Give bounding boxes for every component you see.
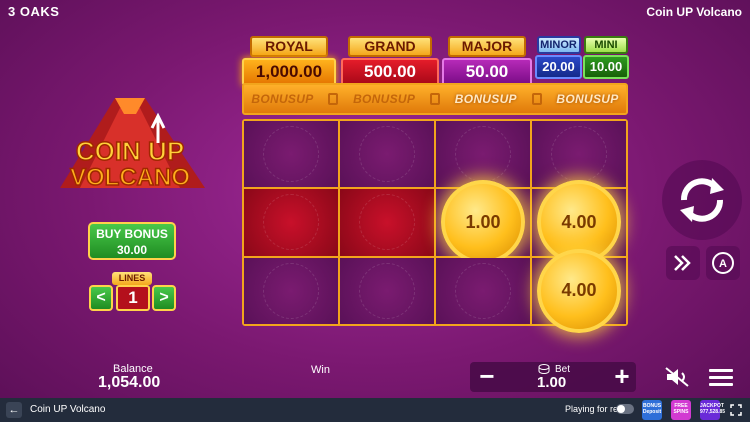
lock-icon — [429, 93, 440, 105]
cell-pattern — [263, 262, 319, 319]
reel-cell — [244, 121, 338, 188]
bonus-up-strip: BONUSUP BONUSUP BONUSUP BONUSUP — [242, 83, 628, 115]
jackpot-major-value: 50.00 — [442, 58, 532, 86]
lines-label: LINES — [112, 272, 152, 285]
jackpot-minor-value: 20.00 — [535, 55, 582, 79]
reel-cell — [244, 257, 338, 324]
spin-arrows-icon — [680, 178, 724, 222]
lines-value: 1 — [116, 285, 150, 311]
bonus-deposit-badge[interactable]: BONUS Deposit — [642, 400, 662, 420]
jackpot-mini: MINI 10.00 — [583, 36, 629, 79]
svg-text:A: A — [719, 258, 727, 270]
bet-increase-button[interactable]: + — [608, 363, 636, 390]
back-button[interactable]: ← — [6, 402, 22, 418]
jackpot-royal-value: 1,000.00 — [242, 58, 336, 86]
fullscreen-icon[interactable] — [730, 404, 742, 416]
jackpot-grand: GRAND 500.00 — [341, 36, 439, 86]
jackpot-minor-label: MINOR — [536, 36, 581, 54]
reel-cell: 4.00 — [532, 248, 626, 333]
jackpot-badge[interactable]: JACKPOT 977,528.85 — [700, 400, 726, 420]
bet-value: 1.00 — [537, 374, 567, 391]
bonus-up-slot: BONUSUP — [556, 92, 619, 106]
badge-bottom-text: 977,528.85 — [700, 409, 726, 415]
reel-cell — [340, 121, 434, 188]
logo-line2: VOLCANO — [70, 164, 190, 191]
reel-cell — [532, 121, 626, 188]
autoplay-button[interactable]: A — [706, 246, 740, 280]
play-real-toggle[interactable] — [616, 404, 634, 414]
balance-value: 1,054.00 — [98, 374, 161, 391]
buy-bonus-price: 30.00 — [116, 243, 148, 257]
win-label: Win — [311, 364, 330, 376]
jackpot-grand-value: 500.00 — [341, 58, 439, 86]
jackpot-grand-label: GRAND — [348, 36, 432, 57]
bonus-up-slot: BONUSUP — [353, 92, 416, 106]
jackpot-major: MAJOR 50.00 — [442, 36, 532, 86]
jackpot-mini-value: 10.00 — [583, 55, 629, 79]
bonus-up-slot: BONUSUP — [454, 92, 517, 106]
cell-pattern — [359, 194, 415, 251]
logo-line1: COIN UP — [76, 136, 184, 166]
free-spins-badge[interactable]: FREE SPINS — [671, 400, 691, 420]
cell-pattern — [263, 126, 319, 183]
jackpot-royal: ROYAL 1,000.00 — [242, 36, 336, 86]
reel-cell — [436, 257, 530, 324]
coin-stack-icon — [538, 364, 550, 374]
turbo-button[interactable] — [666, 246, 700, 280]
bottom-bar — [0, 398, 750, 422]
coin-value: 4.00 — [561, 280, 597, 301]
lines-next-button[interactable]: > — [152, 285, 176, 311]
reel-cell: 1.00 — [436, 180, 530, 265]
cell-pattern — [551, 126, 607, 183]
cell-pattern — [455, 262, 511, 319]
reel-cell — [244, 189, 338, 256]
coin-symbol: 4.00 — [537, 248, 621, 333]
reel-cell — [436, 121, 530, 188]
lines-prev-button[interactable]: < — [89, 285, 113, 311]
autoplay-icon: A — [712, 252, 734, 274]
bonus-up-slot: BONUSUP — [251, 92, 314, 106]
menu-icon[interactable] — [708, 366, 734, 388]
buy-bonus-label: BUY BONUS — [96, 227, 168, 241]
badge-bottom-text: Deposit — [642, 409, 662, 415]
reel-grid: 1.00 4.00 4.00 — [242, 119, 628, 333]
reel-cell: 4.00 — [532, 180, 626, 265]
jackpot-minor: MINOR 20.00 — [535, 36, 582, 79]
reel-cell — [340, 189, 434, 256]
bet-decrease-button[interactable]: − — [473, 363, 501, 390]
bottom-game-name: Coin UP Volcano — [30, 404, 106, 415]
buy-bonus-button[interactable]: BUY BONUS 30.00 — [88, 222, 176, 260]
coin-up-volcano-logo: COIN UP VOLCANO — [60, 98, 205, 192]
lock-icon — [531, 93, 542, 105]
cell-pattern — [455, 126, 511, 183]
jackpot-major-label: MAJOR — [448, 36, 526, 57]
cell-pattern — [263, 194, 319, 251]
badge-bottom-text: SPINS — [673, 409, 689, 415]
coin-symbol: 1.00 — [441, 180, 525, 265]
game-title: Coin UP Volcano — [646, 5, 742, 19]
provider-logo: 3 OAKS — [8, 4, 60, 19]
spin-button[interactable] — [662, 160, 742, 240]
lock-icon — [328, 93, 339, 105]
sound-muted-icon[interactable] — [664, 366, 690, 388]
jackpot-mini-label: MINI — [584, 36, 628, 54]
coin-value: 4.00 — [561, 211, 597, 232]
jackpot-royal-label: ROYAL — [250, 36, 328, 57]
cell-pattern — [359, 126, 415, 183]
reel-cell — [340, 257, 434, 324]
cell-pattern — [359, 262, 415, 319]
coin-value: 1.00 — [465, 211, 501, 232]
fast-forward-icon — [674, 255, 691, 271]
